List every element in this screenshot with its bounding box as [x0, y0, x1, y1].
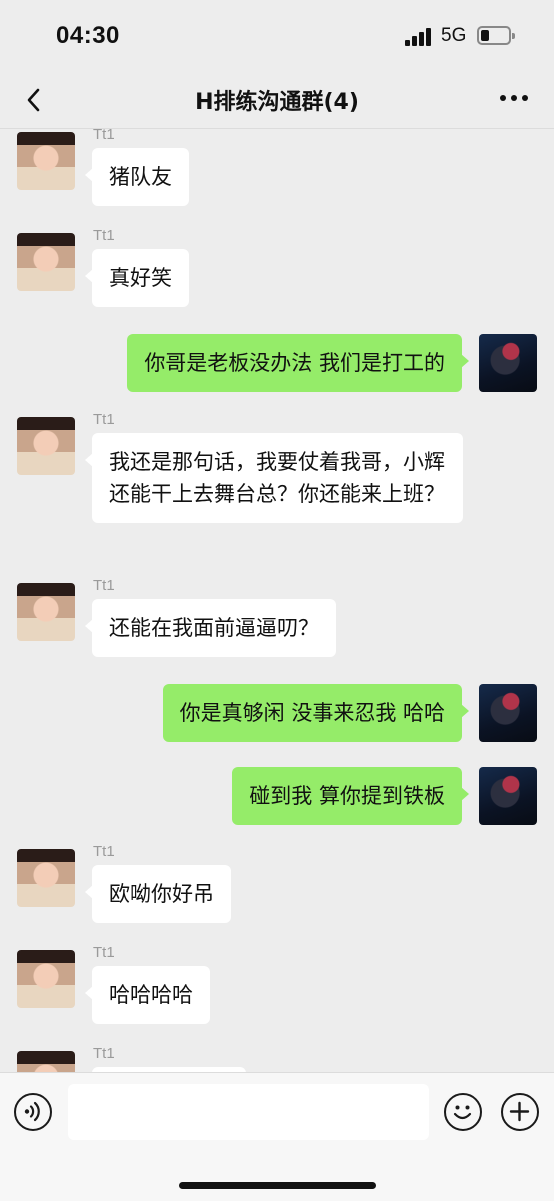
- status-bar: 04:30 5G: [0, 0, 554, 72]
- chat-area[interactable]: Tt1 猪队友 Tt1 真好笑 你哥是老板没办法 我们是打工的 Tt1 我还是那…: [0, 129, 554, 1072]
- sender-name: Tt1: [93, 129, 115, 143]
- nav-bar: H排练沟通群(4): [0, 72, 554, 129]
- message-bubble[interactable]: 欧呦你好吊: [85, 865, 231, 923]
- voice-icon[interactable]: [14, 1093, 52, 1131]
- sender-name: Tt1: [93, 227, 115, 244]
- avatar[interactable]: [17, 583, 75, 641]
- avatar[interactable]: [479, 767, 537, 825]
- home-indicator: [179, 1182, 376, 1189]
- emoji-icon[interactable]: [444, 1093, 482, 1131]
- message-bubble[interactable]: 真好笑: [85, 249, 189, 307]
- status-time: 04:30: [56, 22, 120, 49]
- avatar[interactable]: [17, 950, 75, 1008]
- sender-name: Tt1: [93, 944, 115, 961]
- sender-name: Tt1: [93, 577, 115, 594]
- message-input[interactable]: [68, 1084, 429, 1140]
- message-bubble[interactable]: 我还是那句话，我要仗着我哥，小辉还能干上去舞台总？你还能来上班？: [85, 433, 463, 523]
- avatar[interactable]: [479, 684, 537, 742]
- more-icon[interactable]: [497, 94, 531, 104]
- message-bubble[interactable]: 你哥是老板没办法 我们是打工的: [127, 334, 469, 392]
- avatar[interactable]: [479, 334, 537, 392]
- chat-title: H排练沟通群(4): [195, 90, 359, 115]
- plus-icon[interactable]: [501, 1093, 539, 1131]
- sender-name: Tt1: [93, 843, 115, 860]
- signal-icon: [405, 28, 433, 46]
- battery-icon: [477, 26, 515, 45]
- avatar[interactable]: [17, 1051, 75, 1072]
- message-bubble[interactable]: 碰到我 算你提到铁板: [232, 767, 469, 825]
- message-bubble[interactable]: 哈哈哈哈: [85, 966, 210, 1024]
- network-type: 5G: [441, 25, 467, 46]
- avatar[interactable]: [17, 417, 75, 475]
- message-bubble[interactable]: 你是真够闲 没事来忍我 哈哈: [162, 684, 470, 742]
- message-bubble[interactable]: 猪队友: [85, 148, 189, 206]
- sender-name: Tt1: [93, 1045, 115, 1062]
- avatar[interactable]: [17, 132, 75, 190]
- message-bubble[interactable]: 还能在我面前逼逼叨？: [85, 599, 336, 657]
- avatar[interactable]: [17, 233, 75, 291]
- avatar[interactable]: [17, 849, 75, 907]
- input-bar: [0, 1072, 554, 1201]
- sender-name: Tt1: [93, 411, 115, 428]
